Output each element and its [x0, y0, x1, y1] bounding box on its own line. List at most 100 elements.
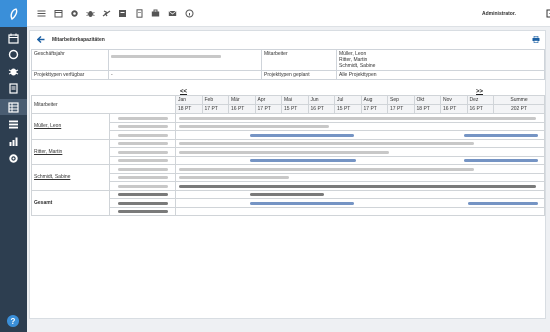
timeline-cell: [175, 189, 545, 199]
gesamt-label: Gesamt: [31, 189, 110, 216]
mitarbeiter-label: Mitarbeiter: [261, 49, 337, 71]
month-header: Feb: [201, 95, 229, 105]
timeline-cell: [175, 113, 545, 123]
planned-bar: [464, 133, 538, 137]
row-label-cell: [109, 147, 176, 157]
redacted-label: [118, 125, 168, 128]
projekttypen-verfuegbar-value: -: [108, 70, 262, 80]
timeline-cell: [175, 147, 545, 157]
page-title: Mitarbeiterkapazitäten: [52, 37, 105, 43]
total-planned-bar: [468, 201, 538, 205]
redacted-value: [111, 55, 221, 58]
employee-link[interactable]: Ritter, Martin: [31, 138, 110, 165]
capacity-bar: [179, 176, 289, 179]
chart-icon[interactable]: [6, 134, 21, 148]
projekttypen-geplant-label: Projekttypen geplant: [261, 70, 337, 80]
refresh-icon[interactable]: [6, 47, 21, 61]
month-header: Apr: [254, 95, 282, 105]
info-icon[interactable]: [185, 9, 194, 18]
calendar-icon[interactable]: [6, 31, 21, 45]
month-pt: 17 PT: [387, 104, 415, 114]
bug-icon[interactable]: [6, 64, 21, 78]
capacity-bar: [179, 116, 536, 120]
user-menu[interactable]: Administrator.: [482, 11, 516, 17]
month-pt: 17 PT: [254, 104, 282, 114]
month-header: Mär: [228, 95, 256, 105]
menu-icon[interactable]: [37, 9, 46, 18]
timeline-cell: [175, 206, 545, 216]
capacity-bar: [179, 150, 389, 154]
planned-bar: [250, 133, 354, 137]
summe-pt: 202 PT: [493, 104, 545, 114]
timeline-cell: [175, 121, 545, 131]
flight-icon[interactable]: [102, 9, 111, 18]
capacity-bar: [179, 142, 474, 145]
row-label-cell: [109, 130, 176, 140]
redacted-label: [118, 184, 168, 188]
timeline-cell: [175, 138, 545, 148]
back-arrow-icon[interactable]: [36, 35, 45, 44]
top-toolbar: Administrator.: [27, 0, 550, 27]
month-header: Jan: [175, 95, 203, 105]
settings-icon[interactable]: [70, 9, 79, 18]
logout-icon[interactable]: [546, 9, 550, 18]
gear-icon[interactable]: [6, 151, 21, 165]
mitarbeiter-values: Müller, Leon Ritter, Martin Schmidt, Sab…: [336, 49, 545, 71]
timeline-cell: [175, 181, 545, 191]
timeline-cell: [175, 155, 545, 165]
month-header: Okt: [413, 95, 441, 105]
month-pt: 16 PT: [440, 104, 468, 114]
table-icon[interactable]: [0, 99, 27, 115]
row-label-cell: [109, 155, 176, 165]
calendar-icon[interactable]: [54, 9, 63, 18]
document-icon[interactable]: [6, 81, 21, 95]
projekttypen-verfuegbar-label: Projekttypen verfügbar: [31, 70, 109, 80]
capacity-bar: [179, 167, 474, 171]
employee-link[interactable]: Müller, Leon: [31, 113, 110, 140]
planned-bar: [464, 159, 538, 162]
logo-icon[interactable]: [0, 0, 27, 27]
redacted-label: [118, 159, 168, 162]
month-header: Sep: [387, 95, 415, 105]
month-header: Dez: [466, 95, 494, 105]
redacted-label: [118, 133, 168, 137]
row-label-cell: [109, 181, 176, 191]
panel-header: Mitarbeiterkapazitäten: [30, 31, 545, 48]
capacity-bar: [179, 184, 536, 188]
geschaeftsjahr-value: [108, 49, 262, 71]
row-label-cell: [109, 189, 176, 199]
list-icon[interactable]: [6, 117, 21, 131]
bug-icon[interactable]: [86, 9, 95, 18]
print-icon[interactable]: [532, 36, 540, 44]
month-pt: 17 PT: [201, 104, 229, 114]
month-pt: 18 PT: [175, 104, 203, 114]
summe-header: Summe: [493, 95, 545, 105]
month-pt: 18 PT: [413, 104, 441, 114]
planned-bar: [250, 159, 356, 162]
row-label-cell: [109, 164, 176, 174]
help-icon[interactable]: ?: [7, 315, 19, 327]
row-label-cell: [109, 206, 176, 216]
row-label-cell: [109, 121, 176, 131]
document-icon[interactable]: [135, 9, 144, 18]
month-header: Nov: [440, 95, 468, 105]
month-header: Jun: [307, 95, 335, 105]
capacity-panel: Mitarbeiterkapazitäten Geschäftsjahr Mit…: [29, 30, 546, 319]
month-pt: 16 PT: [466, 104, 494, 114]
timeline-cell: [175, 198, 545, 208]
timeline-cell: [175, 130, 545, 140]
redacted-label: [118, 150, 168, 154]
report-icon[interactable]: [118, 9, 127, 18]
briefcase-icon[interactable]: [151, 9, 160, 18]
timeline-cell: [175, 164, 545, 174]
redacted-label: [118, 142, 168, 145]
employee-link[interactable]: Schmidt, Sabine: [31, 164, 110, 191]
total-bar: [250, 193, 324, 196]
row-label-cell: [109, 198, 176, 208]
month-header: Mai: [281, 95, 309, 105]
sidebar: ?: [0, 0, 27, 332]
mail-icon[interactable]: [168, 9, 177, 18]
timeline-cell: [175, 172, 545, 182]
redacted-label: [118, 193, 168, 196]
row-label-cell: [109, 172, 176, 182]
